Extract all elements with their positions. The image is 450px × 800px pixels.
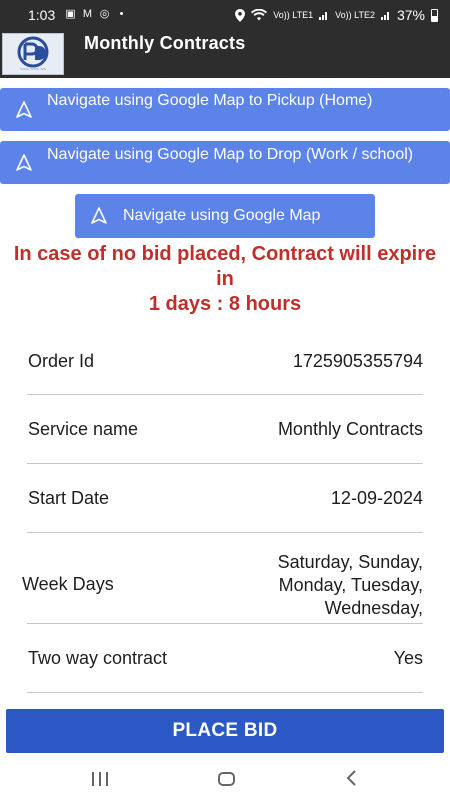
navigation-arrow-icon: [91, 207, 107, 224]
logo-icon: [17, 36, 49, 68]
battery-icon: [431, 8, 438, 22]
navigate-drop-label: Navigate using Google Map to Drop (Work …: [47, 146, 414, 163]
system-nav-bar: [0, 756, 450, 800]
status-bar: 1:03 ▣ M ◎ • Vo)) LTE1 Vo)) LTE2 37%: [0, 0, 450, 30]
detail-value: 12-09-2024: [330, 488, 423, 508]
location-icon: [235, 8, 246, 22]
detail-row-service-name: Service name Monthly Contracts: [27, 395, 423, 464]
notification-icons: ▣ M ◎ •: [64, 8, 128, 20]
status-time: 1:03: [28, 7, 56, 23]
dot-icon: •: [119, 8, 124, 20]
contract-details: Order Id 1725905355794 Service name Mont…: [22, 327, 423, 693]
navigation-arrow-icon: [16, 100, 32, 118]
battery-percent: 37%: [396, 7, 425, 23]
detail-value: 1725905355794: [292, 351, 423, 371]
signal-icon: [319, 12, 328, 20]
detail-row-week-days: Week Days Saturday, Sunday, Monday, Tues…: [22, 533, 423, 624]
detail-value: Monthly Contracts: [277, 419, 423, 439]
detail-label: Two way contract: [28, 648, 168, 668]
detail-value: Yes: [393, 648, 423, 668]
signal-2-label: Vo)) LTE2: [335, 10, 375, 20]
gmail-icon: M: [82, 8, 93, 20]
back-icon[interactable]: [345, 770, 357, 786]
expiry-warning: In case of no bid placed, Contract will …: [0, 242, 450, 317]
whatsapp-icon: ◎: [99, 8, 110, 20]
navigate-map-button[interactable]: Navigate using Google Map: [75, 194, 375, 238]
detail-value: Saturday, Sunday, Monday, Tuesday, Wedne…: [277, 552, 423, 618]
navigation-arrow-icon: [16, 153, 32, 171]
signal-icon: [380, 12, 389, 20]
place-bid-button[interactable]: PLACE BID: [6, 709, 444, 753]
detail-label: Order Id: [28, 351, 95, 371]
logo-text: ~~~ ~~~ ~~: [19, 67, 47, 73]
detail-label: Start Date: [28, 488, 110, 508]
recent-apps-icon[interactable]: [91, 772, 109, 786]
navigate-drop-button[interactable]: Navigate using Google Map to Drop (Work …: [0, 141, 450, 184]
navigate-map-label: Navigate using Google Map: [123, 207, 321, 224]
status-right: Vo)) LTE1 Vo)) LTE2 37%: [235, 7, 438, 23]
detail-row-two-way: Two way contract Yes: [27, 624, 423, 693]
app-logo: ~~~ ~~~ ~~: [2, 33, 64, 75]
detail-label: Service name: [28, 419, 139, 439]
detail-row-start-date: Start Date 12-09-2024: [27, 464, 423, 533]
navigate-pickup-label: Navigate using Google Map to Pickup (Hom…: [47, 92, 373, 109]
detail-label: Week Days: [22, 574, 114, 594]
app-bar: ~~~ ~~~ ~~ Monthly Contracts: [0, 30, 450, 78]
wifi-icon: [251, 9, 268, 21]
home-icon[interactable]: [218, 772, 235, 786]
page-title: Monthly Contracts: [84, 33, 246, 53]
expiry-countdown: 1 days : 8 hours: [148, 293, 302, 315]
gallery-icon: ▣: [65, 8, 76, 20]
signal-1-label: Vo)) LTE1: [273, 10, 314, 20]
navigate-pickup-button[interactable]: Navigate using Google Map to Pickup (Hom…: [0, 88, 450, 131]
expiry-message: In case of no bid placed, Contract will …: [13, 243, 437, 290]
detail-row-order-id: Order Id 1725905355794: [27, 327, 423, 395]
